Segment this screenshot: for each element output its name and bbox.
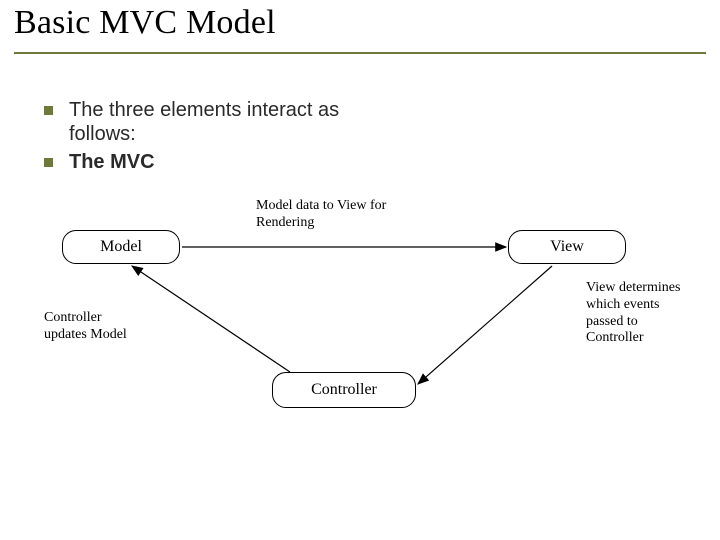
bullet-list: The three elements interact as follows: … [44, 98, 344, 178]
bullet-square-icon [44, 106, 53, 115]
slide-title: Basic MVC Model [14, 4, 706, 42]
bullet-text: The MVC [69, 150, 155, 174]
node-view: View [508, 230, 626, 264]
bullet-item: The MVC [44, 150, 344, 174]
bullet-item: The three elements interact as follows: [44, 98, 344, 146]
bullet-square-icon [44, 158, 53, 167]
node-label: Model [100, 238, 142, 256]
slide: { "title": "Basic MVC Model", "bullets":… [0, 0, 720, 540]
edge-label-controller-to-model: Controller updates Model [44, 310, 144, 344]
edge-label-view-to-controller: View determines which events passed to C… [586, 280, 696, 347]
node-label: Controller [311, 381, 377, 399]
node-label: View [550, 238, 584, 256]
edge-label-model-to-view: Model data to View for Rendering [256, 198, 436, 232]
bullet-text: The three elements interact as follows: [69, 98, 344, 146]
mvc-diagram: Model View Controller Model data to View… [34, 194, 686, 444]
slide-title-wrap: Basic MVC Model [14, 4, 706, 54]
node-controller: Controller [272, 372, 416, 408]
node-model: Model [62, 230, 180, 264]
